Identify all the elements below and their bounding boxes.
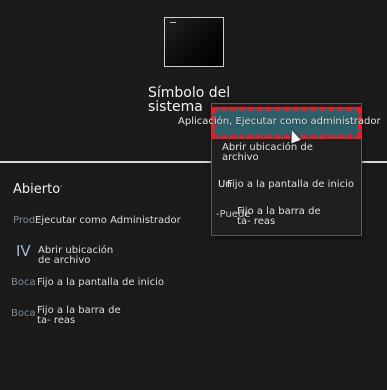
menu-item-open-file-location[interactable]: Abrir ubicación de archivo (222, 143, 327, 163)
info-icon: · (60, 182, 63, 191)
jump-item-pin-taskbar[interactable]: Fijo a la barra de ta- reas (37, 306, 137, 326)
section-title-opened: Abierto (13, 182, 61, 197)
item-prefix: Boca (11, 308, 36, 319)
jump-item-pin-start[interactable]: Fijo a la pantalla de inicio (37, 278, 164, 288)
jump-item-open-location[interactable]: Abrir ubicación de archivo (38, 246, 128, 266)
menu-item-pin-taskbar[interactable]: Fijo a la barra de ta- reas (237, 207, 337, 227)
prompt-cursor-icon (170, 22, 176, 25)
jump-item-run-as-admin[interactable]: Ejecutar como Administrador (35, 216, 181, 226)
tooltip-run-as-admin: Aplicación, Ejecutar como administrador (178, 116, 381, 127)
item-prefix: Boca (11, 277, 36, 288)
menu-item-pin-start[interactable]: Fijo a la pantalla de inicio (227, 180, 362, 190)
command-prompt-icon[interactable] (164, 17, 224, 67)
item-prefix: IV (16, 242, 31, 260)
item-prefix: Prod (13, 215, 36, 226)
